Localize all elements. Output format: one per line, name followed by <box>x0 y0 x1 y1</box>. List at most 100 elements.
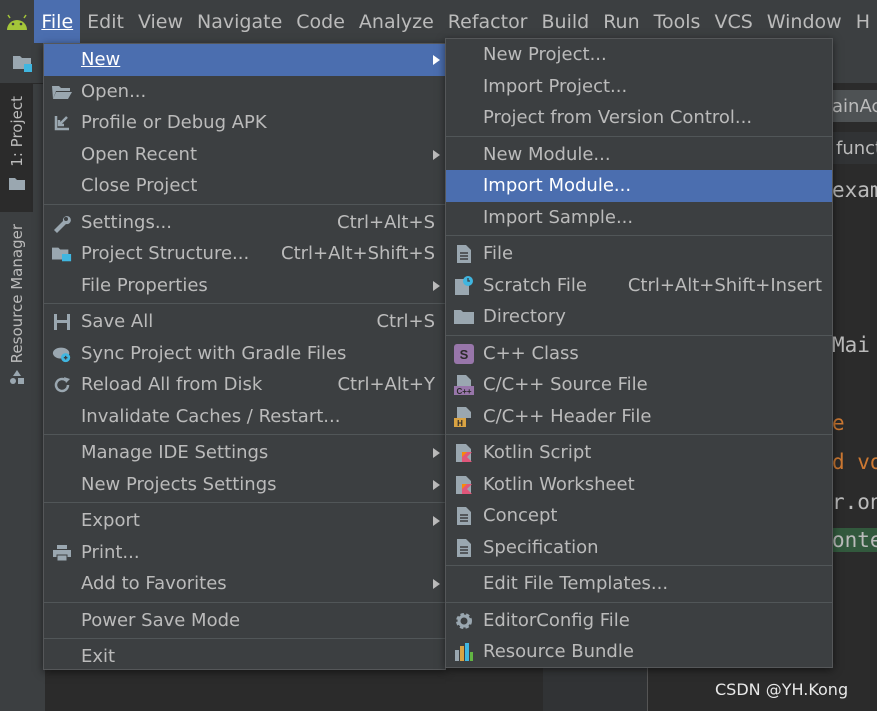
menu-item-directory[interactable]: Directory <box>446 301 832 333</box>
menu-item-file-properties[interactable]: File Properties <box>44 270 445 302</box>
menu-item-label: Reload All from Disk <box>81 374 263 396</box>
menu-item-profile-apk[interactable]: Profile or Debug APK <box>44 107 445 139</box>
menu-code[interactable]: Code <box>289 0 352 43</box>
menu-item-label: Directory <box>483 306 566 328</box>
menu-item-invalidate-caches[interactable]: Invalidate Caches / Restart... <box>44 401 445 433</box>
menu-item-open[interactable]: Open... <box>44 76 445 108</box>
refresh-icon <box>52 375 72 395</box>
menu-item-label: C/C++ Source File <box>483 374 648 396</box>
menu-item-open-recent[interactable]: Open Recent <box>44 139 445 171</box>
menu-navigate[interactable]: Navigate <box>190 0 289 43</box>
cpp-header-icon: H <box>454 406 474 427</box>
menu-item-project-structure[interactable]: Project Structure... Ctrl+Alt+Shift+S <box>44 238 445 270</box>
menu-item-new-projects-settings[interactable]: New Projects Settings <box>44 469 445 501</box>
menu-item-kotlin-worksheet[interactable]: Kotlin Worksheet <box>446 469 832 501</box>
menu-item-label: Kotlin Script <box>483 442 592 464</box>
menu-item-label: Print... <box>81 541 140 563</box>
menu-tools[interactable]: Tools <box>647 0 708 43</box>
menu-item-label: Import Module... <box>483 175 632 197</box>
menu-item-export[interactable]: Export <box>44 505 445 537</box>
menu-tools-label: Tools <box>653 10 701 33</box>
menu-help[interactable]: H <box>849 0 877 43</box>
menu-item-new-module[interactable]: New Module... <box>446 139 832 171</box>
menu-edit[interactable]: Edit <box>80 0 131 43</box>
menu-edit-label: Edit <box>87 10 124 33</box>
menu-item-label: Manage IDE Settings <box>81 442 269 464</box>
menu-refactor[interactable]: Refactor <box>441 0 535 43</box>
menu-item-kotlin-script[interactable]: Kotlin Script <box>446 437 832 469</box>
menu-view[interactable]: View <box>131 0 190 43</box>
menu-item-label: Save All <box>81 311 154 333</box>
menu-item-scratch-file[interactable]: Scratch File Ctrl+Alt+Shift+Insert <box>446 270 832 302</box>
specification-file-icon <box>454 538 474 558</box>
menu-item-editorconfig[interactable]: EditorConfig File <box>446 605 832 637</box>
project-tool-tab-label: 1: Project <box>7 96 26 167</box>
menu-code-label: Code <box>296 10 345 33</box>
menu-item-cpp-source[interactable]: C++ C/C++ Source File <box>446 369 832 401</box>
tool-window-strip: 1: Project Resource Manager <box>0 84 34 711</box>
menu-item-concept[interactable]: Concept <box>446 500 832 532</box>
project-folder-icon[interactable] <box>12 53 34 73</box>
watermark: CSDN @YH.Kong <box>715 680 849 699</box>
menu-item-resource-bundle[interactable]: Resource Bundle <box>446 636 832 668</box>
menu-item-label: File Properties <box>81 274 208 296</box>
menu-item-project-vcs[interactable]: Project from Version Control... <box>446 102 832 134</box>
android-icon <box>0 0 34 43</box>
menu-item-new-project[interactable]: New Project... <box>446 39 832 71</box>
submenu-arrow-icon <box>433 516 440 526</box>
menu-item-exit[interactable]: Exit <box>44 641 445 673</box>
svg-text:S: S <box>460 347 469 362</box>
menu-item-label: New Projects Settings <box>81 473 277 495</box>
menu-build[interactable]: Build <box>535 0 597 43</box>
menu-item-label: File <box>483 243 514 265</box>
menu-item-settings[interactable]: Settings... Ctrl+Alt+S <box>44 207 445 239</box>
menu-navigate-label: Navigate <box>197 10 283 33</box>
file-icon <box>454 244 474 264</box>
menu-run[interactable]: Run <box>596 0 646 43</box>
menu-item-label: New Project... <box>483 44 607 66</box>
menu-item-close-project[interactable]: Close Project <box>44 170 445 202</box>
menu-item-label: Add to Favorites <box>81 573 227 595</box>
menu-item-specification[interactable]: Specification <box>446 532 832 564</box>
menu-item-edit-templates[interactable]: Edit File Templates... <box>446 568 832 600</box>
menu-window[interactable]: Window <box>760 0 849 43</box>
menu-item-label: Import Sample... <box>483 206 634 228</box>
menu-vcs[interactable]: VCS <box>707 0 759 43</box>
editor-tab[interactable]: ainAc <box>832 90 877 122</box>
menu-item-manage-ide[interactable]: Manage IDE Settings <box>44 437 445 469</box>
project-structure-icon <box>52 244 72 264</box>
menu-item-save-all[interactable]: Save All Ctrl+S <box>44 306 445 338</box>
menu-item-file[interactable]: File <box>446 238 832 270</box>
menu-item-sync-gradle[interactable]: Sync Project with Gradle Files <box>44 338 445 370</box>
menu-item-cpp-header[interactable]: H C/C++ Header File <box>446 401 832 433</box>
menu-item-print[interactable]: Print... <box>44 537 445 569</box>
resource-manager-tab[interactable]: Resource Manager <box>0 224 33 414</box>
menu-analyze[interactable]: Analyze <box>352 0 441 43</box>
shortcut-text: Ctrl+Alt+Y <box>337 374 435 396</box>
menu-item-label: Close Project <box>81 175 198 197</box>
menu-item-power-save[interactable]: Power Save Mode <box>44 605 445 637</box>
menu-item-cpp-class[interactable]: S C++ Class <box>446 338 832 370</box>
menu-item-import-module[interactable]: Import Module... <box>446 170 832 202</box>
shortcut-text: Ctrl+Alt+Shift+S <box>281 243 435 265</box>
project-tool-tab[interactable]: 1: Project <box>0 84 33 212</box>
menu-item-label: Power Save Mode <box>81 609 241 631</box>
menu-view-label: View <box>137 10 184 33</box>
code-line: Mai <box>832 333 870 357</box>
menu-item-reload-disk[interactable]: Reload All from Disk Ctrl+Alt+Y <box>44 369 445 401</box>
menu-item-label: Project Structure... <box>81 243 250 265</box>
shortcut-text: Ctrl+Alt+Shift+Insert <box>627 274 822 296</box>
resource-bundle-icon <box>454 642 474 662</box>
breadcrumb-text: funct <box>836 137 877 159</box>
menu-item-label: Exit <box>81 646 116 668</box>
menu-item-import-project[interactable]: Import Project... <box>446 71 832 103</box>
gear-icon <box>454 611 474 631</box>
menu-file[interactable]: File <box>34 0 81 43</box>
submenu-arrow-icon <box>433 55 440 65</box>
menu-item-import-sample[interactable]: Import Sample... <box>446 202 832 234</box>
code-line: onte <box>832 528 877 552</box>
file-menu: New Open... Profile or Debug APK Open Re… <box>43 43 446 670</box>
menu-item-add-favorites[interactable]: Add to Favorites <box>44 568 445 600</box>
menu-item-new[interactable]: New <box>44 44 445 76</box>
menu-item-label: Export <box>81 510 140 532</box>
